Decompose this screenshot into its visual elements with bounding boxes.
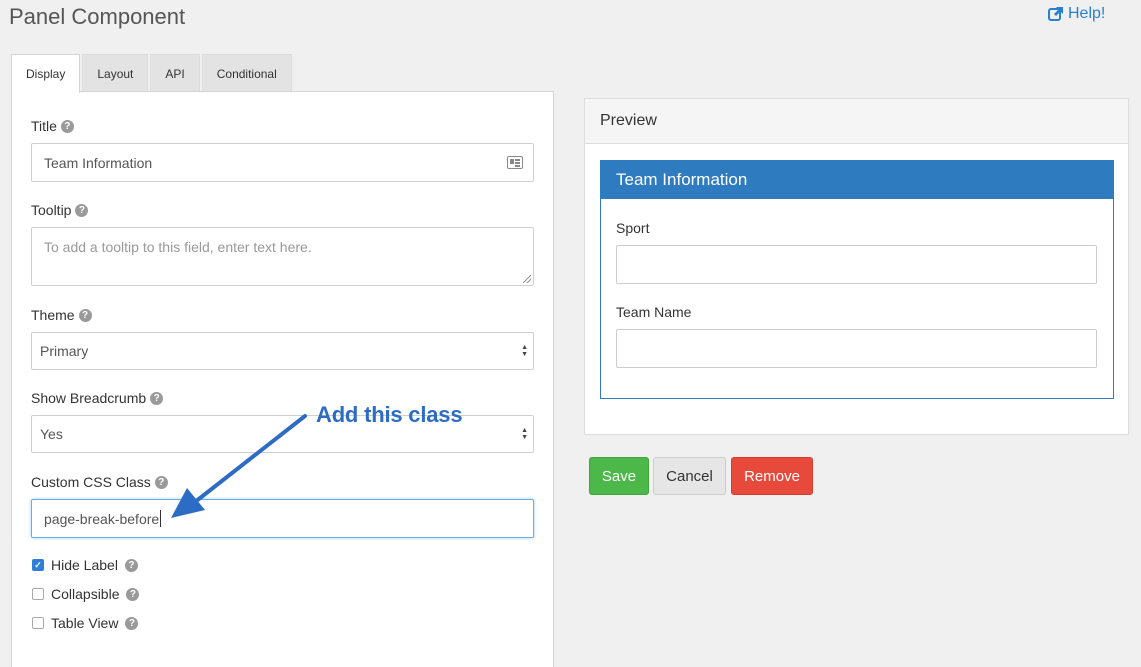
team-name-label: Team Name bbox=[616, 304, 692, 320]
hide-label-checkbox[interactable]: ✓ bbox=[32, 559, 44, 571]
collapsible-checkbox-row[interactable]: Collapsible ? bbox=[32, 586, 140, 602]
save-button[interactable]: Save bbox=[589, 457, 649, 495]
resize-handle-icon[interactable] bbox=[523, 275, 531, 283]
page-title: Panel Component bbox=[9, 4, 186, 29]
question-icon[interactable]: ? bbox=[124, 558, 138, 572]
tab-bar: Display Layout API Conditional bbox=[11, 54, 294, 93]
team-name-input[interactable] bbox=[616, 329, 1097, 368]
cancel-button[interactable]: Cancel bbox=[653, 457, 726, 495]
tab-display[interactable]: Display bbox=[11, 54, 81, 93]
hide-label-checkbox-row[interactable]: ✓ Hide Label ? bbox=[32, 557, 138, 573]
table-view-checkbox-row[interactable]: Table View ? bbox=[32, 615, 139, 631]
preview-heading: Preview bbox=[585, 99, 1128, 144]
help-link[interactable]: Help! bbox=[1048, 5, 1105, 23]
preview-team-panel: Team Information Sport Team Name bbox=[600, 160, 1114, 399]
theme-label: Theme ? bbox=[31, 307, 92, 323]
table-view-checkbox[interactable] bbox=[32, 617, 44, 629]
sport-input[interactable] bbox=[616, 245, 1097, 284]
tab-api[interactable]: API bbox=[150, 54, 200, 92]
question-icon[interactable]: ? bbox=[150, 391, 164, 405]
settings-form: Title ? Team Information Tooltip ? To ad… bbox=[11, 91, 554, 667]
remove-button[interactable]: Remove bbox=[731, 457, 813, 495]
text-cursor bbox=[160, 510, 162, 527]
select-arrows-icon: ▲ ▼ bbox=[521, 344, 528, 358]
question-icon[interactable]: ? bbox=[78, 308, 92, 322]
preview-panel: Preview Team Information Sport Team Name bbox=[584, 98, 1129, 435]
help-label: Help! bbox=[1068, 5, 1106, 22]
tab-conditional[interactable]: Conditional bbox=[201, 54, 292, 92]
question-icon[interactable]: ? bbox=[75, 203, 89, 217]
css-class-label: Custom CSS Class ? bbox=[31, 474, 168, 490]
theme-select[interactable]: Primary ▲ ▼ bbox=[31, 332, 534, 370]
annotation-text: Add this class bbox=[316, 402, 463, 427]
title-input[interactable]: Team Information bbox=[31, 143, 534, 182]
sport-label: Sport bbox=[616, 220, 650, 236]
question-icon[interactable]: ? bbox=[125, 616, 139, 630]
preview-panel-title: Team Information bbox=[601, 161, 1113, 199]
tab-layout[interactable]: Layout bbox=[82, 54, 149, 92]
external-link-icon bbox=[1048, 7, 1063, 21]
id-card-icon bbox=[507, 156, 523, 169]
question-icon[interactable]: ? bbox=[126, 587, 140, 601]
collapsible-checkbox[interactable] bbox=[32, 588, 44, 600]
tooltip-textarea[interactable]: To add a tooltip to this field, enter te… bbox=[31, 227, 534, 286]
annotation-arrow bbox=[171, 414, 307, 518]
title-label: Title ? bbox=[31, 118, 74, 134]
tooltip-label: Tooltip ? bbox=[31, 202, 89, 218]
breadcrumb-label: Show Breadcrumb ? bbox=[31, 390, 164, 406]
select-arrows-icon: ▲ ▼ bbox=[521, 427, 528, 441]
question-icon[interactable]: ? bbox=[60, 119, 74, 133]
